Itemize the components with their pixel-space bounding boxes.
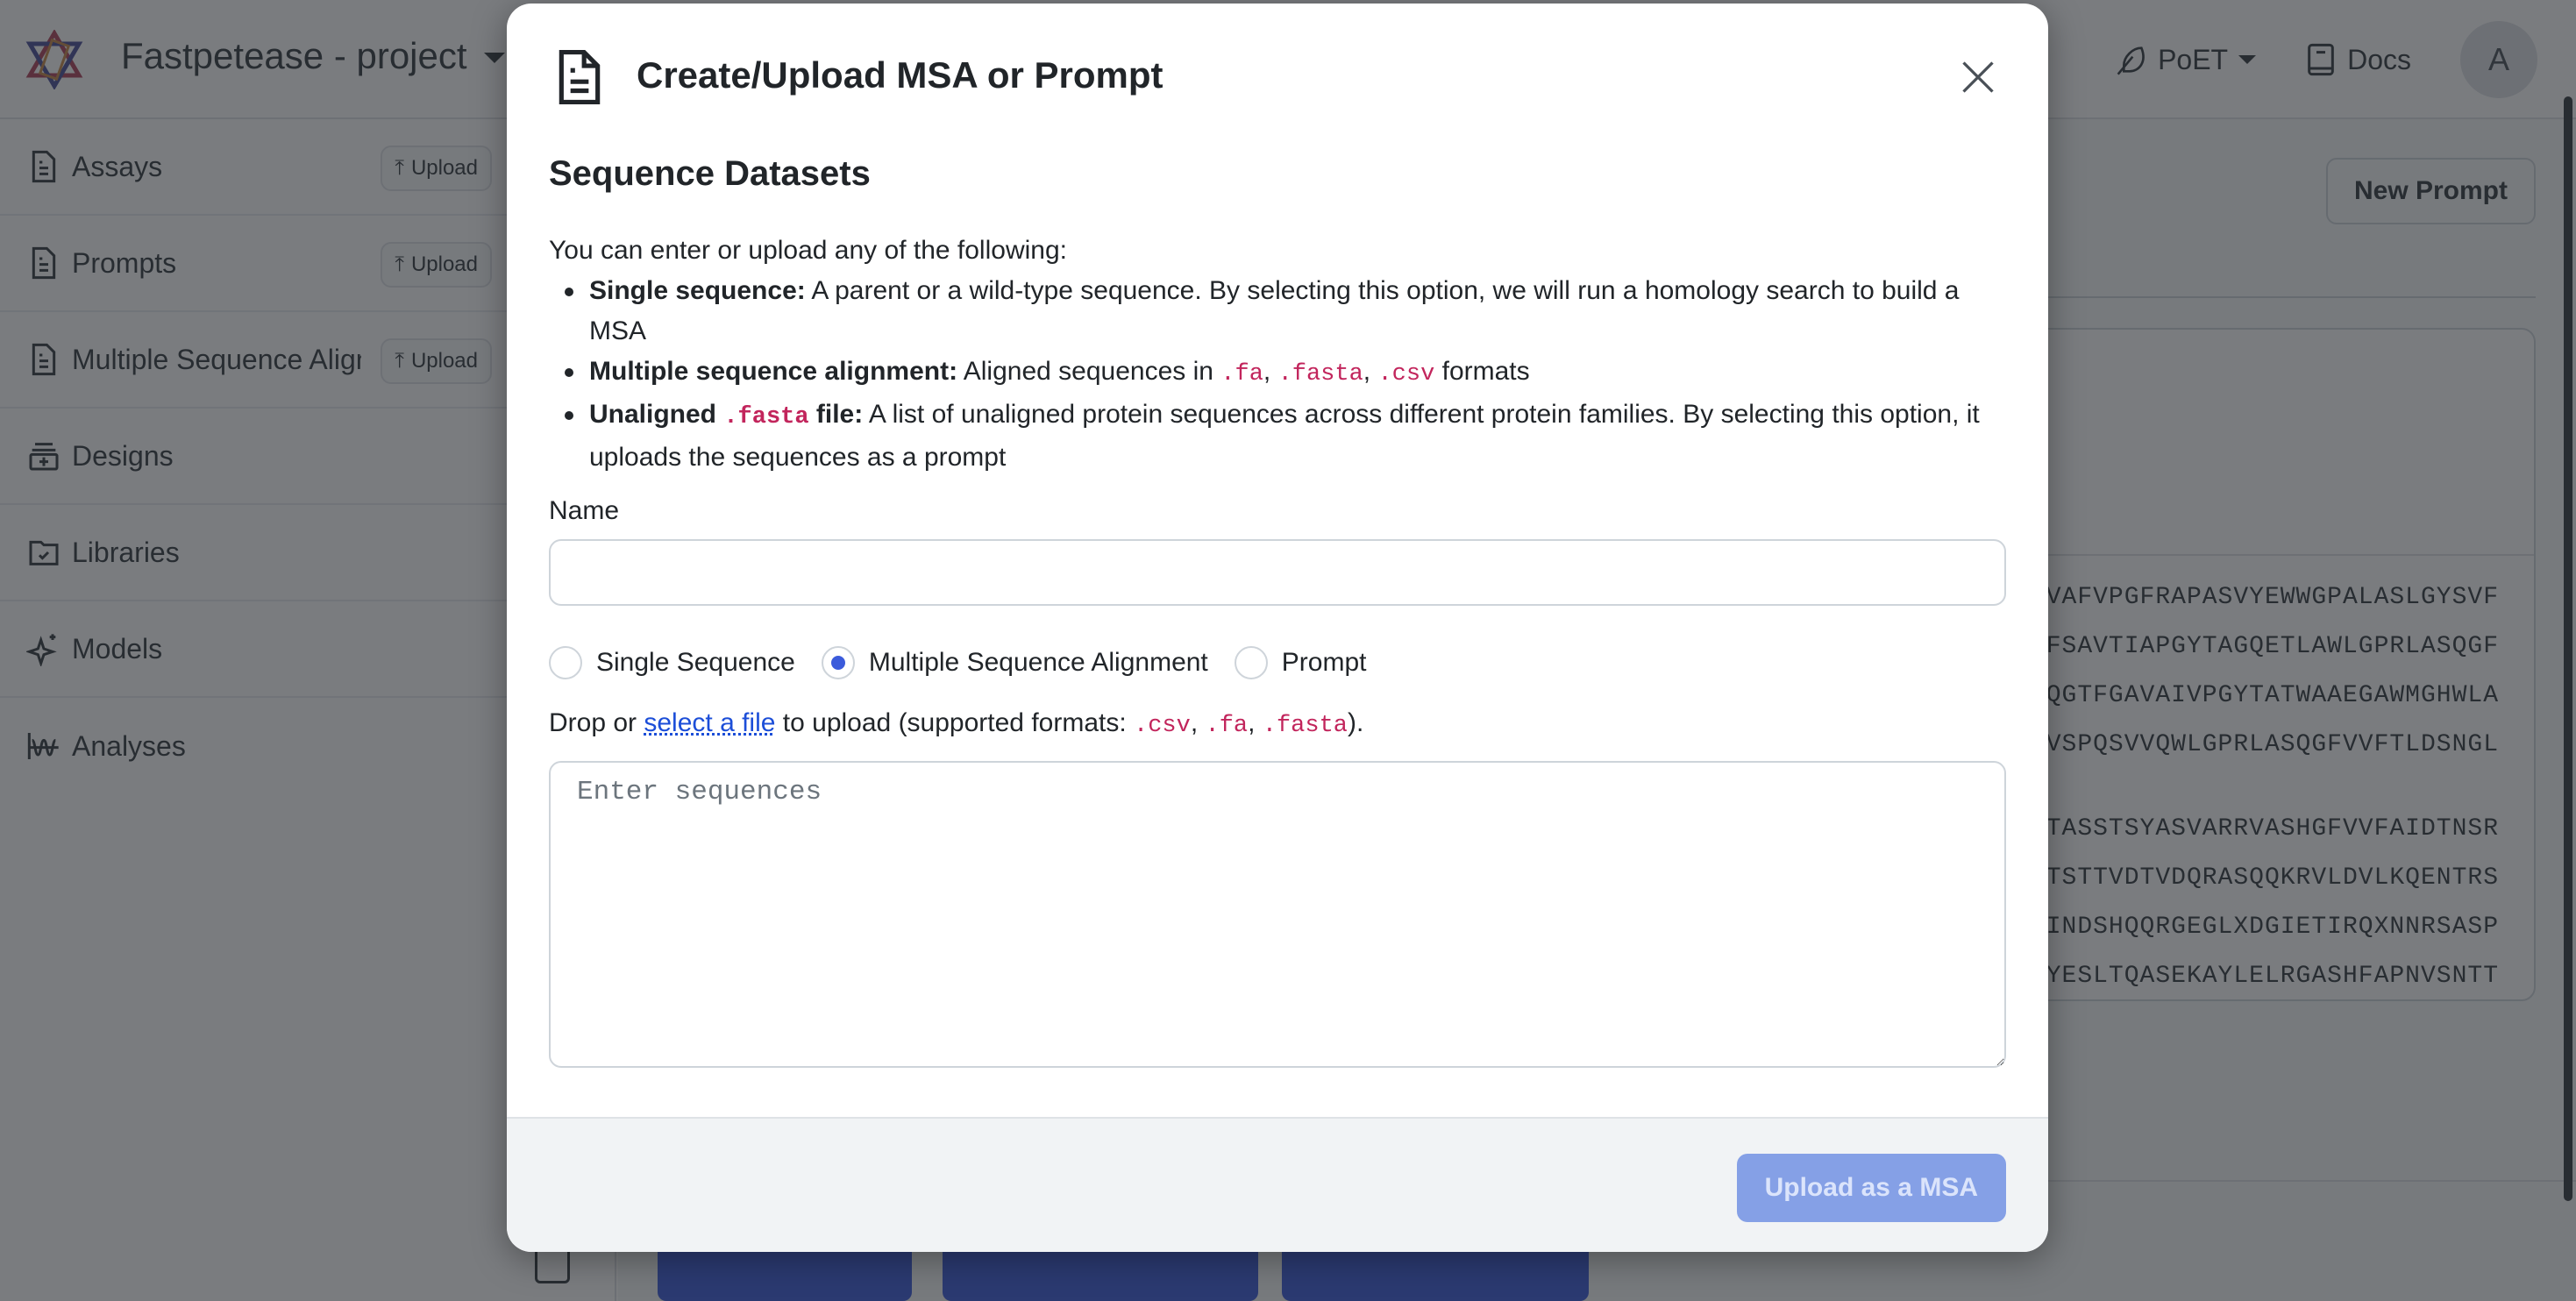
term: Unaligned .fasta file: (589, 400, 864, 430)
sequences-textarea[interactable] (549, 761, 2006, 1068)
list-item: Single sequence: A parent or a wild-type… (549, 271, 2006, 352)
section-title: Sequence Datasets (549, 154, 871, 193)
format-code: .fasta (1277, 361, 1363, 387)
radio-multiple-sequence-alignment[interactable]: Multiple Sequence Alignment (821, 646, 1208, 679)
upload-as-msa-button[interactable]: Upload as a MSA (1736, 1154, 2006, 1222)
format-code: .fa (1205, 713, 1249, 739)
radio-label: Multiple Sequence Alignment (868, 648, 1208, 677)
description: Aligned sequences in (957, 357, 1221, 386)
radio-label: Prompt (1281, 648, 1367, 677)
radio-button[interactable] (1234, 646, 1268, 679)
dataset-type-radio-group: Single Sequence Multiple Sequence Alignm… (549, 646, 2006, 679)
drop-text-part: ). (1348, 708, 1364, 737)
modal-footer: Upload as a MSA (507, 1117, 2048, 1252)
radio-button[interactable] (549, 646, 582, 679)
modal-title: Create/Upload MSA or Prompt (637, 54, 1163, 96)
format-code: .csv (1134, 713, 1191, 739)
term-part: file: (808, 400, 864, 429)
format-code: .fa (1220, 361, 1263, 387)
term-part: Unaligned (589, 400, 724, 429)
create-upload-modal: Create/Upload MSA or Prompt Sequence Dat… (507, 4, 2048, 1252)
radio-single-sequence[interactable]: Single Sequence (549, 646, 795, 679)
format-code: .fasta (723, 404, 809, 430)
description: formats (1434, 357, 1530, 386)
modal-header: Create/Upload MSA or Prompt (507, 4, 2048, 151)
file-drop-instructions: Drop or select a file to upload (support… (549, 708, 1364, 739)
close-icon[interactable] (1959, 58, 1997, 96)
format-code: .csv (1377, 361, 1435, 387)
document-icon (559, 50, 601, 105)
term: Single sequence: (589, 276, 806, 305)
name-label: Name (549, 496, 620, 525)
modal-body: Sequence Datasets You can enter or uploa… (549, 151, 2006, 1068)
term: Multiple sequence alignment: (589, 357, 958, 386)
list-item: Multiple sequence alignment: Aligned seq… (549, 352, 2006, 395)
drop-text-part: Drop or (549, 708, 644, 737)
radio-prompt[interactable]: Prompt (1234, 646, 1367, 679)
select-file-link[interactable]: select a file (644, 708, 775, 737)
intro-text: You can enter or upload any of the follo… (549, 236, 1067, 265)
radio-label: Single Sequence (596, 648, 795, 677)
list-item: Unaligned .fasta file: A list of unalign… (549, 395, 2006, 478)
format-list: Single sequence: A parent or a wild-type… (549, 271, 2006, 478)
drop-text-part: to upload (supported formats: (775, 708, 1135, 737)
format-code: .fasta (1262, 713, 1348, 739)
radio-button[interactable] (821, 646, 855, 679)
name-input[interactable] (549, 539, 2006, 606)
